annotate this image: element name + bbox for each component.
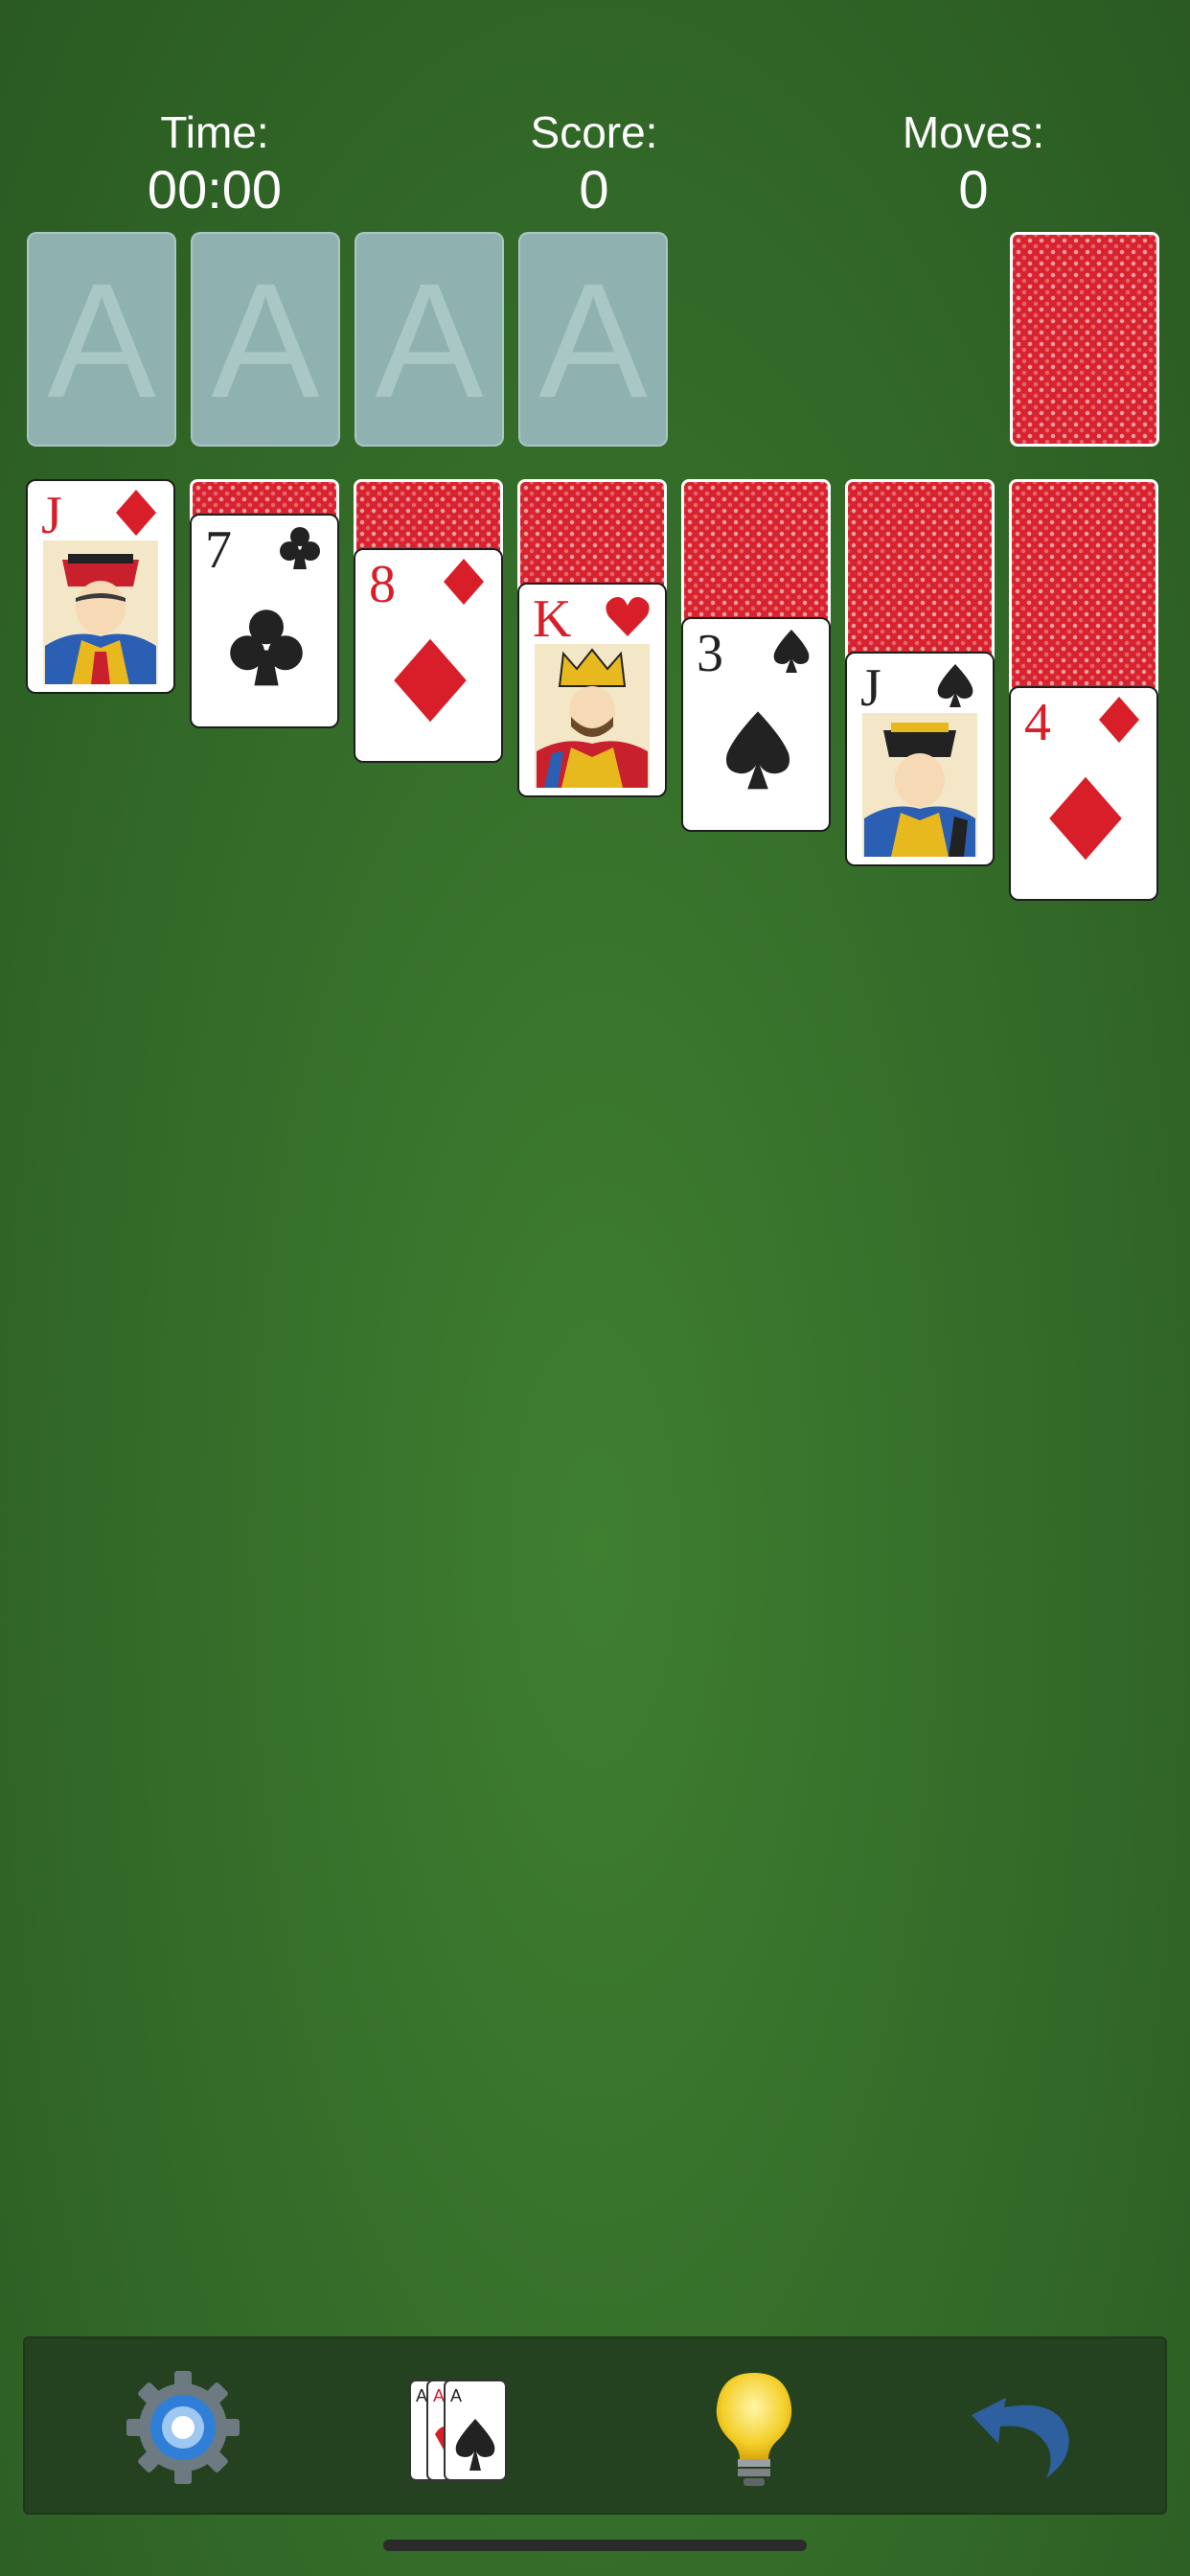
moves-label: Moves: bbox=[902, 107, 1045, 157]
gear-icon bbox=[126, 2371, 240, 2484]
foundation-slot-1[interactable]: A bbox=[27, 232, 176, 447]
lightbulb-icon bbox=[716, 2373, 792, 2486]
undo-button[interactable] bbox=[960, 2365, 1085, 2490]
svg-text:A: A bbox=[433, 2386, 445, 2405]
hint-button[interactable] bbox=[692, 2365, 816, 2490]
time-value: 00:00 bbox=[147, 159, 283, 219]
diamond-suit-icon bbox=[116, 490, 156, 536]
foundation-slot-4[interactable]: A bbox=[518, 232, 668, 447]
score-display: Score: 0 bbox=[450, 105, 738, 220]
stock-pile[interactable] bbox=[1010, 232, 1159, 447]
heart-suit-icon bbox=[606, 597, 650, 636]
score-value: 0 bbox=[579, 159, 609, 219]
tableau-card-8-of-diamonds[interactable]: 8 bbox=[354, 548, 503, 763]
settings-button[interactable] bbox=[121, 2365, 245, 2490]
time-label: Time: bbox=[160, 107, 269, 157]
card-rank: 3 bbox=[697, 624, 723, 683]
card-rank: J bbox=[41, 486, 62, 545]
cards-icon: A A A bbox=[409, 2380, 507, 2481]
tableau-card-jack-of-diamonds[interactable]: J bbox=[26, 479, 175, 694]
club-suit-large-icon bbox=[230, 610, 303, 686]
jack-portrait-icon bbox=[862, 713, 977, 857]
card-rank: 4 bbox=[1024, 693, 1051, 752]
diamond-suit-icon bbox=[1099, 697, 1139, 743]
tableau-card-king-of-hearts[interactable]: K bbox=[517, 583, 667, 797]
tableau-face-down-card bbox=[1009, 479, 1158, 694]
card-rank: 8 bbox=[369, 555, 396, 614]
foundation-slot-3[interactable]: A bbox=[355, 232, 504, 447]
tableau-card-7-of-clubs[interactable]: 7 bbox=[190, 514, 339, 728]
card-rank: K bbox=[533, 589, 572, 649]
spade-suit-large-icon bbox=[726, 711, 790, 790]
score-label: Score: bbox=[530, 107, 658, 157]
time-display: Time: 00:00 bbox=[71, 105, 358, 220]
tableau-card-3-of-spades[interactable]: 3 bbox=[681, 617, 831, 832]
club-suit-icon bbox=[280, 527, 320, 569]
tableau-card-jack-of-spades[interactable]: J bbox=[845, 652, 995, 866]
tableau-card-4-of-diamonds[interactable]: 4 bbox=[1009, 686, 1158, 901]
spade-suit-icon bbox=[937, 664, 973, 707]
svg-text:A: A bbox=[450, 2386, 462, 2405]
king-portrait-icon bbox=[535, 644, 650, 788]
svg-text:A: A bbox=[416, 2386, 427, 2405]
moves-display: Moves: 0 bbox=[830, 105, 1117, 220]
bottom-toolbar: A A A bbox=[23, 2336, 1167, 2515]
home-indicator bbox=[383, 2540, 807, 2551]
spade-suit-icon bbox=[773, 630, 810, 673]
foundation-slot-2[interactable]: A bbox=[191, 232, 340, 447]
diamond-suit-large-icon bbox=[394, 638, 467, 723]
new-game-button[interactable]: A A A bbox=[397, 2365, 521, 2490]
undo-arrow-icon bbox=[972, 2398, 1069, 2478]
diamond-suit-icon bbox=[444, 559, 484, 605]
diamond-suit-large-icon bbox=[1049, 776, 1122, 861]
card-rank: J bbox=[860, 658, 881, 718]
card-rank: 7 bbox=[205, 520, 232, 580]
moves-value: 0 bbox=[958, 159, 989, 219]
jack-portrait-icon bbox=[43, 540, 158, 684]
